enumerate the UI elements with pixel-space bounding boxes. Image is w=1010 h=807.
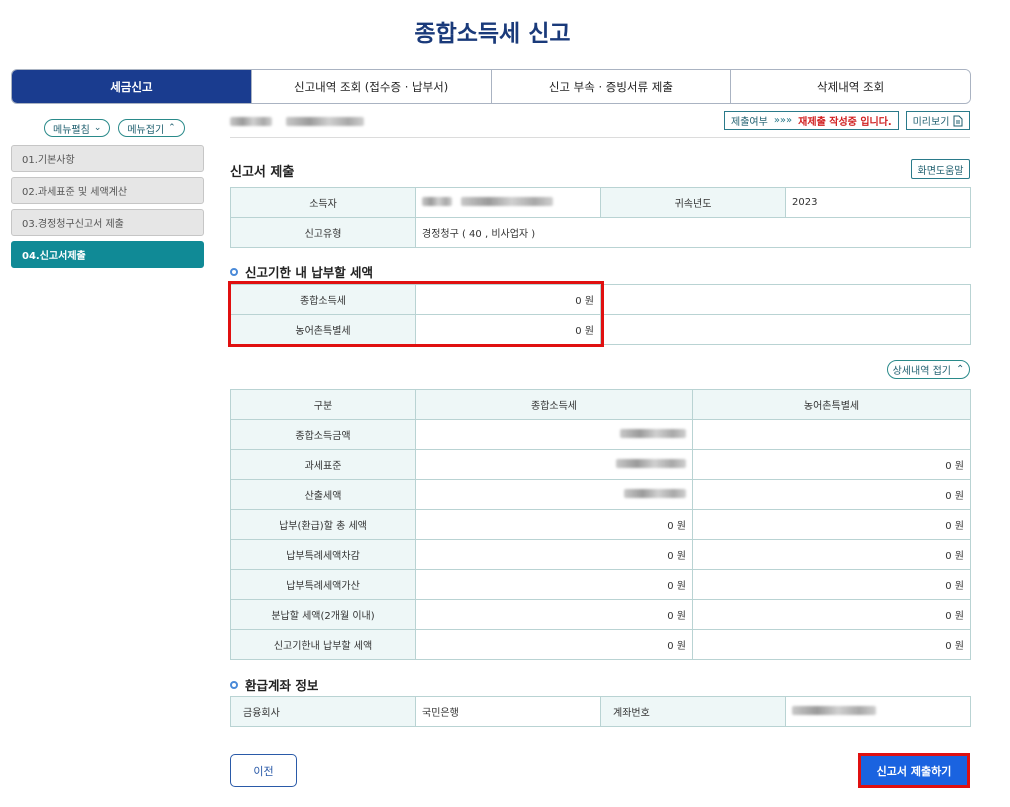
tab-attachments[interactable]: 신고 부속 · 증빙서류 제출 <box>490 70 731 103</box>
preview-label: 미리보기 <box>912 117 950 128</box>
due-tax-title: 신고기한 내 납부할 세액 <box>230 262 373 281</box>
redacted-value <box>792 705 876 715</box>
main-tabs: 세금신고 신고내역 조회 (접수증 · 납부서) 신고 부속 · 증빙서류 제출… <box>11 69 971 104</box>
redacted-value <box>624 488 686 498</box>
refund-account-table: 금융회사 국민은행 계좌번호 <box>230 696 971 727</box>
row-label: 신고기한내 납부할 세액 <box>230 629 416 660</box>
section-title: 신고서 제출 <box>230 165 295 180</box>
status-prefix: 제출여부 <box>731 117 768 128</box>
table-row: 분납할 세액(2개월 이내) 0 원 0 원 <box>230 599 971 630</box>
row-rural: 0 원 <box>692 479 971 510</box>
sidebar-item-correction-claim[interactable]: 03.경정청구신고서 제출 <box>11 209 204 236</box>
row-income <box>415 449 693 480</box>
row-income: 0 원 <box>415 599 693 630</box>
row-rural: 0 원 <box>692 569 971 600</box>
table-row: 납부(환급)할 총 세액 0 원 0 원 <box>230 509 971 540</box>
row-label: 납부(환급)할 총 세액 <box>230 509 416 540</box>
menu-expand-label: 메뉴펼침 <box>53 124 90 136</box>
chevron-up-icon: ⌃ <box>956 364 965 375</box>
table-row: 종합소득금액 <box>230 419 971 450</box>
chevron-up-icon: ⌃ <box>168 123 176 133</box>
side-menu-toggles: 메뉴펼침 ⌄ 메뉴접기 ⌃ <box>44 119 185 137</box>
submission-status: 제출여부 »»» 재제출 작성중 입니다. <box>724 111 899 130</box>
arrow-icon: »»» <box>773 115 793 126</box>
page-title: 종합소득세 신고 <box>414 21 571 47</box>
filing-type-value: 경정청구 ( 40 , 비사업자 ) <box>415 217 971 248</box>
menu-expand-button[interactable]: 메뉴펼침 ⌄ <box>44 119 111 137</box>
bullet-icon <box>230 680 238 689</box>
table-row: 과세표준 0 원 <box>230 449 971 480</box>
row-label: 과세표준 <box>230 449 416 480</box>
detail-table: 구분 종합소득세 농어촌특별세 종합소득금액 과세표준 0 원 산출세액 0 원… <box>230 389 971 660</box>
document-icon <box>953 115 963 126</box>
sidebar-item-tax-calc[interactable]: 02.과세표준 및 세액계산 <box>11 177 204 204</box>
empty-cell <box>600 314 971 345</box>
empty-cell <box>600 284 971 315</box>
row-rural: 0 원 <box>692 629 971 660</box>
row-rural: 0 원 <box>692 509 971 540</box>
tab-filing-history[interactable]: 신고내역 조회 (접수증 · 납부서) <box>250 70 491 103</box>
row-income <box>415 419 693 450</box>
row-label: 납부특례세액차감 <box>230 539 416 570</box>
redacted-id <box>285 117 364 126</box>
table-row: 납부특례세액차감 0 원 0 원 <box>230 539 971 570</box>
sidebar-item-basic[interactable]: 01.기본사항 <box>11 145 204 172</box>
row-label: 산출세액 <box>230 479 416 510</box>
detail-fold-button[interactable]: 상세내역 접기 ⌃ <box>887 360 970 379</box>
year-label: 귀속년도 <box>600 187 786 218</box>
redacted-value <box>461 196 554 206</box>
table-row: 산출세액 0 원 <box>230 479 971 510</box>
refund-title-text: 환급계좌 정보 <box>245 678 319 693</box>
tab-tax-filing[interactable]: 세금신고 <box>12 70 251 103</box>
taxpayer-summary <box>230 116 364 129</box>
detail-fold-label: 상세내역 접기 <box>892 366 951 377</box>
table-row: 납부특례세액가산 0 원 0 원 <box>230 569 971 600</box>
chevron-down-icon: ⌄ <box>93 123 102 133</box>
submit-return-button[interactable]: 신고서 제출하기 <box>858 753 970 788</box>
help-button[interactable]: 화면도움말 <box>911 159 970 179</box>
redacted-value <box>616 458 686 468</box>
row-income: 0 원 <box>415 539 693 570</box>
row-rural: 0 원 <box>692 599 971 630</box>
previous-button[interactable]: 이전 <box>230 754 297 787</box>
bullet-icon <box>230 267 238 276</box>
table-row: 신고기한내 납부할 세액 0 원 0 원 <box>230 629 971 660</box>
row-label: 종합소득금액 <box>230 419 416 450</box>
refund-title: 환급계좌 정보 <box>230 675 318 694</box>
sidebar-item-submit[interactable]: 04.신고서제출 <box>11 241 204 268</box>
year-value: 2023 <box>785 187 971 218</box>
header-rural-tax: 농어촌특별세 <box>692 389 971 420</box>
preview-button[interactable]: 미리보기 <box>906 111 970 130</box>
header-category: 구분 <box>230 389 416 420</box>
side-menu: 01.기본사항 02.과세표준 및 세액계산 03.경정청구신고서 제출 04.… <box>11 145 204 273</box>
redacted-value <box>422 196 452 206</box>
taxpayer-value <box>415 187 601 218</box>
account-label: 계좌번호 <box>600 696 786 727</box>
row-label: 납부특례세액가산 <box>230 569 416 600</box>
highlight-box <box>228 281 604 347</box>
status-message: 재제출 작성중 입니다. <box>798 117 892 128</box>
redacted-value <box>620 428 686 438</box>
bank-value: 국민은행 <box>415 696 601 727</box>
menu-collapse-label: 메뉴접기 <box>127 124 165 136</box>
bank-label: 금융회사 <box>230 696 416 727</box>
filing-type-label: 신고유형 <box>230 217 416 248</box>
row-label: 분납할 세액(2개월 이내) <box>230 599 416 630</box>
filing-info-table: 소득자 귀속년도 2023 신고유형 경정청구 ( 40 , 비사업자 ) <box>230 187 971 248</box>
row-rural: 0 원 <box>692 539 971 570</box>
tab-deleted-history[interactable]: 삭제내역 조회 <box>730 70 970 103</box>
row-rural: 0 원 <box>692 449 971 480</box>
menu-collapse-button[interactable]: 메뉴접기 ⌃ <box>118 119 185 137</box>
row-income <box>415 479 693 510</box>
redacted-name <box>230 117 272 126</box>
row-rural <box>692 419 971 450</box>
taxpayer-label: 소득자 <box>230 187 416 218</box>
row-income: 0 원 <box>415 569 693 600</box>
due-tax-title-text: 신고기한 내 납부할 세액 <box>245 265 374 280</box>
account-value <box>785 696 971 727</box>
header-income-tax: 종합소득세 <box>415 389 693 420</box>
divider <box>230 137 970 138</box>
row-income: 0 원 <box>415 629 693 660</box>
row-income: 0 원 <box>415 509 693 540</box>
